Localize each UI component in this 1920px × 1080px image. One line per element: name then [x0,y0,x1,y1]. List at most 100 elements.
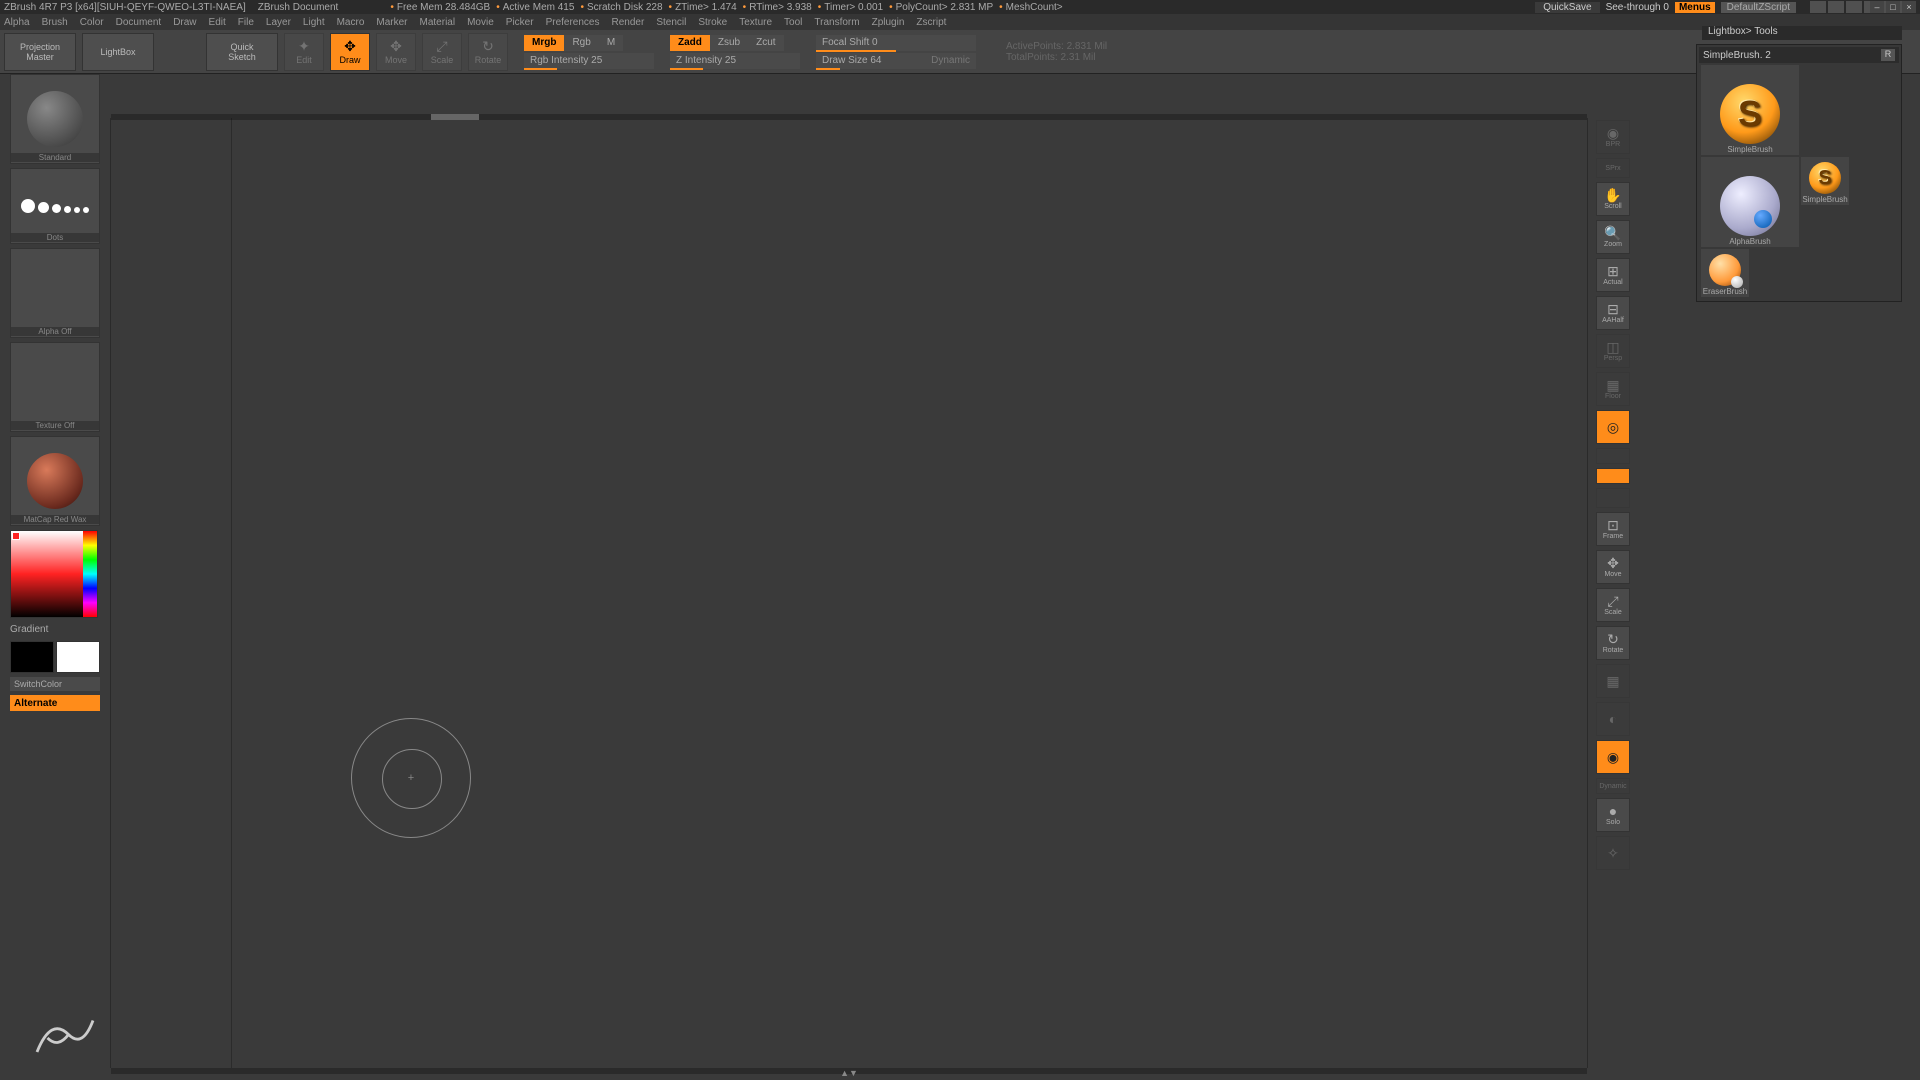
menus-toggle[interactable]: Menus [1675,2,1715,13]
menu-picker[interactable]: Picker [506,17,534,28]
stroke-selector[interactable]: Dots [10,168,100,244]
menu-color[interactable]: Color [80,17,104,28]
menu-texture[interactable]: Texture [739,17,772,28]
floor-button[interactable]: ▦Floor [1596,372,1630,406]
canvas-rotate-button[interactable]: ↻Rotate [1596,626,1630,660]
quicksketch-button[interactable]: Quick Sketch [206,33,278,71]
menu-stencil[interactable]: Stencil [656,17,686,28]
lightbox-breadcrumb[interactable]: Lightbox> Tools [1702,26,1902,40]
color-picker[interactable] [10,530,98,618]
menu-alpha[interactable]: Alpha [4,17,30,28]
dynamic-toggle[interactable]: Dynamic [931,55,970,66]
canvas-scrollbar-top[interactable] [111,114,1587,120]
minimize-button[interactable]: – [1870,1,1884,13]
menu-marker[interactable]: Marker [376,17,407,28]
menu-macro[interactable]: Macro [337,17,365,28]
tool-panel-title: SimpleBrush. 2 [1703,50,1771,61]
tool-alphabrush[interactable]: AlphaBrush [1701,157,1799,247]
gradient-toggle[interactable]: Gradient [10,622,100,637]
menu-document[interactable]: Document [116,17,162,28]
polyf-button[interactable]: ▦ [1596,664,1630,698]
move-button[interactable]: ✥Move [376,33,416,71]
xform-button[interactable]: ✧ [1596,836,1630,870]
menu-stroke[interactable]: Stroke [698,17,727,28]
ghost-button[interactable]: ◉ [1596,740,1630,774]
menu-preferences[interactable]: Preferences [546,17,600,28]
draw-button[interactable]: ✥Draw [330,33,370,71]
actual-button[interactable]: ⊞Actual [1596,258,1630,292]
aahalf-button[interactable]: ⊟AAHalf [1596,296,1630,330]
primary-color-swatch[interactable] [56,641,100,673]
hue-bar[interactable] [83,531,97,617]
doc-title: ZBrush Document [258,2,339,13]
alpha-selector[interactable]: Alpha Off [10,248,100,338]
rgb-button[interactable]: Rgb [564,35,598,51]
rotate-button[interactable]: ↻Rotate [468,33,508,71]
menu-zplugin[interactable]: Zplugin [872,17,905,28]
seethrough-slider[interactable]: See-through 0 [1606,2,1669,13]
menu-movie[interactable]: Movie [467,17,494,28]
lsym-button[interactable] [1596,448,1630,464]
local-button[interactable]: ◎ [1596,410,1630,444]
tool-simplebrush[interactable]: S SimpleBrush [1701,65,1799,155]
total-points-label: TotalPoints: 2.31 Mil [1006,52,1107,63]
quicksave-button[interactable]: QuickSave [1535,2,1599,13]
menu-layer[interactable]: Layer [266,17,291,28]
close-button[interactable]: × [1902,1,1916,13]
default-script-button[interactable]: DefaultZScript [1721,2,1796,13]
edit-button[interactable]: ✦Edit [284,33,324,71]
zsub-button[interactable]: Zsub [710,35,748,51]
menu-draw[interactable]: Draw [173,17,196,28]
mrgb-button[interactable]: Mrgb [524,35,564,51]
menu-material[interactable]: Material [420,17,456,28]
menu-edit[interactable]: Edit [209,17,226,28]
canvas-scrollbar-bottom[interactable]: ▲▼ [111,1068,1587,1074]
frame-button[interactable]: ⊡Frame [1596,512,1630,546]
menu-file[interactable]: File [238,17,254,28]
zcut-button[interactable]: Zcut [748,35,783,51]
scroll-button[interactable]: ✋Scroll [1596,182,1630,216]
tool-simplebrush-small[interactable]: S SimpleBrush [1801,157,1849,205]
lightbox-button[interactable]: LightBox [82,33,154,71]
tool-panel: SimpleBrush. 2 R S SimpleBrush AlphaBrus… [1696,44,1902,302]
brush-selector[interactable]: Standard [10,74,100,164]
solo-button[interactable]: ●Solo [1596,798,1630,832]
menu-light[interactable]: Light [303,17,325,28]
secondary-color-swatch[interactable] [10,641,54,673]
zadd-button[interactable]: Zadd [670,35,710,51]
alternate-button[interactable]: Alternate [10,695,100,711]
tool-panel-r-button[interactable]: R [1881,49,1895,61]
menu-brush[interactable]: Brush [42,17,68,28]
stat-free-mem: Free Mem 28.484GB [390,2,490,13]
z-intensity-slider[interactable]: Z Intensity 25 [670,53,800,69]
sprx-button[interactable]: SPrx [1596,158,1630,178]
canvas-viewport[interactable]: + ▲▼ [110,118,1588,1068]
scale-button[interactable]: ⤢Scale [422,33,462,71]
material-selector[interactable]: MatCap Red Wax [10,436,100,526]
stat-timer: Timer> 0.001 [818,2,883,13]
stat-rtime: RTime> 3.938 [743,2,812,13]
top-toolbar: Projection Master LightBox Quick Sketch … [0,30,1920,74]
canvas-scale-button[interactable]: ⤢Scale [1596,588,1630,622]
m-button[interactable]: M [599,35,623,51]
maximize-button[interactable]: □ [1886,1,1900,13]
focal-shift-slider[interactable]: Focal Shift 0 [816,35,976,51]
rgb-intensity-slider[interactable]: Rgb Intensity 25 [524,53,654,69]
texture-selector[interactable]: Texture Off [10,342,100,432]
menu-bar: Alpha Brush Color Document Draw Edit Fil… [0,14,1920,30]
menu-tool[interactable]: Tool [784,17,802,28]
persp-button[interactable]: ◫Persp [1596,334,1630,368]
menu-render[interactable]: Render [612,17,645,28]
xpose2-button[interactable] [1596,488,1630,508]
projection-master-button[interactable]: Projection Master [4,33,76,71]
zoom-button[interactable]: 🔍Zoom [1596,220,1630,254]
xpose-button[interactable] [1596,468,1630,484]
menu-zscript[interactable]: Zscript [916,17,946,28]
tool-eraserbrush[interactable]: EraserBrush [1701,249,1749,297]
switch-color-button[interactable]: SwitchColor [10,677,100,691]
canvas-move-button[interactable]: ✥Move [1596,550,1630,584]
draw-size-slider[interactable]: Draw Size 64 Dynamic [816,53,976,69]
menu-transform[interactable]: Transform [814,17,859,28]
bpr-button[interactable]: ◉BPR [1596,120,1630,154]
transp-button[interactable]: ◐ [1596,702,1630,736]
